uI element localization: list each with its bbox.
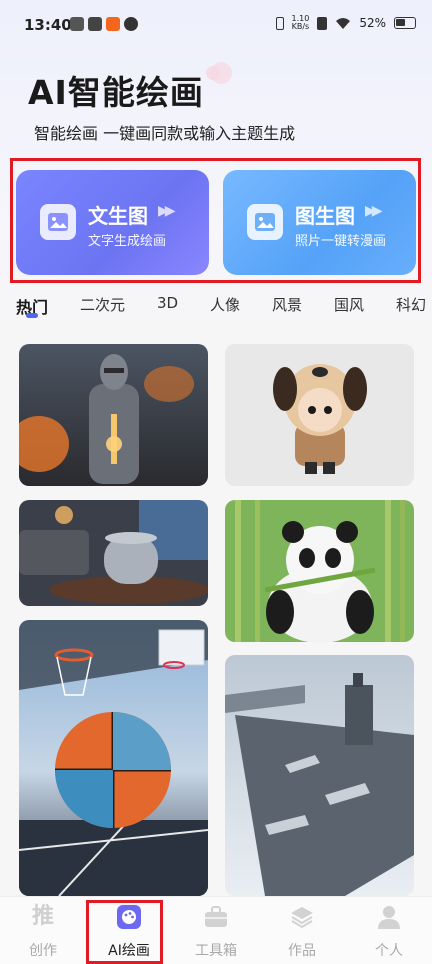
nav-item-profile[interactable]: 个人 bbox=[346, 897, 432, 964]
battery-icon bbox=[394, 17, 416, 29]
tab-chinese-style[interactable]: 国风 bbox=[334, 294, 364, 315]
text-to-image-card[interactable]: 文生图 ▶▶ 文字生成绘画 bbox=[16, 170, 209, 275]
tab-portrait[interactable]: 人像 bbox=[210, 294, 240, 315]
tab-active-indicator bbox=[26, 313, 38, 318]
page-title: AI智能绘画 bbox=[28, 73, 204, 112]
net-speed: 1.10 KB/s bbox=[292, 15, 310, 31]
card-subtitle: 照片一键转漫画 bbox=[295, 234, 387, 249]
status-time: 13:40 bbox=[24, 16, 72, 34]
category-tabs: 热门 二次元 3D 人像 风景 国风 科幻 bbox=[0, 292, 432, 322]
tab-sci-fi[interactable]: 科幻 bbox=[396, 294, 426, 315]
gallery-image-aircraft-carrier[interactable] bbox=[225, 655, 414, 896]
no-sim-icon bbox=[317, 16, 328, 30]
tab-anime[interactable]: 二次元 bbox=[80, 294, 125, 315]
nav-active-highlight bbox=[86, 900, 163, 964]
card-subtitle: 文字生成绘画 bbox=[88, 234, 167, 249]
layers-icon bbox=[291, 907, 313, 929]
page-subtitle: 智能绘画 一键画同款或输入主题生成 bbox=[34, 124, 296, 143]
nav-label: 个人 bbox=[375, 943, 403, 959]
gallery-image-speaker[interactable] bbox=[19, 500, 208, 606]
decorative-dot bbox=[210, 62, 232, 84]
bottom-nav: 推 创作 AI绘画 工具箱 作品 个人 bbox=[0, 896, 432, 964]
nav-label: 工具箱 bbox=[195, 943, 237, 959]
card-title: 图生图 bbox=[295, 204, 355, 228]
person-icon bbox=[378, 906, 400, 929]
wifi-icon bbox=[336, 17, 351, 29]
vibrate-icon bbox=[275, 16, 284, 30]
gallery-image-knight[interactable] bbox=[19, 344, 208, 486]
gallery-image-panda[interactable] bbox=[225, 500, 414, 642]
nav-item-works[interactable]: 作品 bbox=[259, 897, 345, 964]
arrow-right-icon: ▶▶ bbox=[158, 203, 175, 219]
gallery-image-basketball[interactable] bbox=[19, 620, 208, 896]
nav-item-create[interactable]: 推 创作 bbox=[0, 897, 86, 964]
toolbox-icon bbox=[205, 906, 227, 927]
tab-landscape[interactable]: 风景 bbox=[272, 294, 302, 315]
message-notification-icon bbox=[88, 17, 102, 31]
tui-icon: 推 bbox=[31, 904, 54, 929]
image-text-icon bbox=[40, 204, 76, 240]
tab-3d[interactable]: 3D bbox=[157, 294, 178, 312]
battery-percent: 52% bbox=[359, 16, 386, 30]
nav-item-toolbox[interactable]: 工具箱 bbox=[173, 897, 259, 964]
nav-label: 创作 bbox=[29, 943, 57, 959]
image-icon bbox=[247, 204, 283, 240]
net-speed-unit: KB/s bbox=[291, 22, 310, 31]
status-bar: 13:40 1.10 KB/s 52% bbox=[0, 0, 432, 52]
card-title: 文生图 bbox=[88, 204, 148, 228]
arrow-right-icon: ▶▶ bbox=[365, 203, 382, 219]
fan-notification-icon bbox=[124, 17, 138, 31]
app-notification-icon bbox=[70, 17, 84, 31]
status-right-group: 1.10 KB/s 52% bbox=[275, 15, 416, 31]
image-to-image-card[interactable]: 图生图 ▶▶ 照片一键转漫画 bbox=[223, 170, 416, 275]
gallery-image-chibi[interactable] bbox=[225, 344, 414, 486]
taobao-notification-icon bbox=[106, 17, 120, 31]
nav-label: 作品 bbox=[288, 943, 316, 959]
